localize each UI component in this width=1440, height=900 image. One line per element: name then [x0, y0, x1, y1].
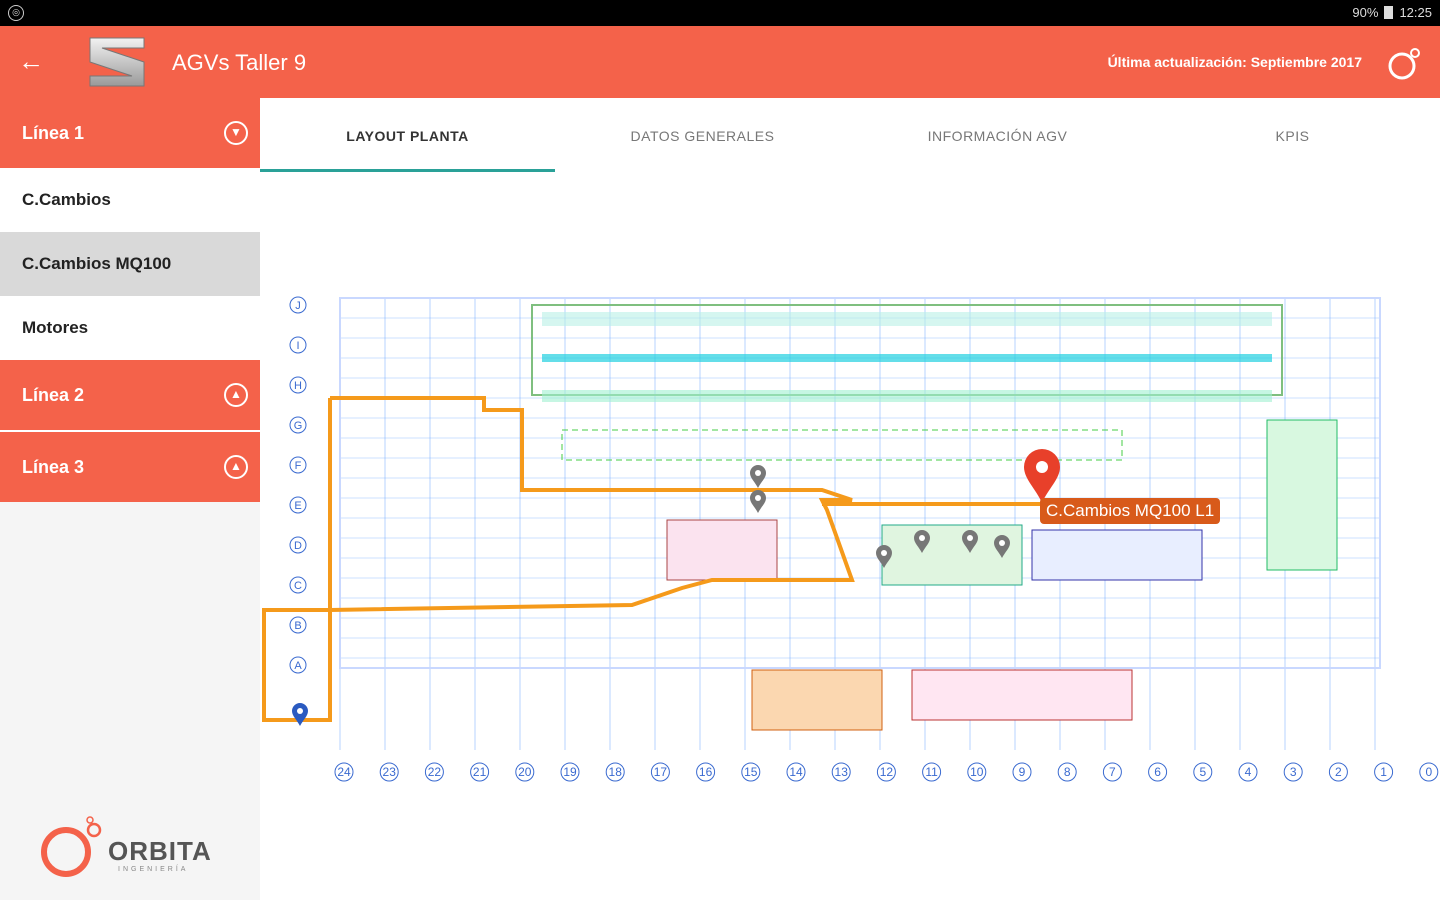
- agv-pin-icon: [292, 703, 308, 726]
- machine-block: [1266, 419, 1338, 571]
- tab-kpis[interactable]: KPIS: [1145, 98, 1440, 172]
- column-number: 9: [1019, 765, 1026, 779]
- back-arrow-icon[interactable]: ←: [18, 46, 48, 76]
- row-letter: C: [294, 580, 302, 592]
- column-number: 18: [609, 765, 623, 779]
- orbita-logo-icon: [41, 816, 102, 877]
- selected-pin: [1024, 449, 1060, 503]
- row-letter: F: [295, 460, 302, 472]
- conveyor-zone: [542, 390, 1272, 402]
- brand-name: ORBITA: [108, 836, 212, 866]
- column-number: 16: [699, 765, 713, 779]
- row-letters: J I H G F E D C B A: [289, 296, 307, 674]
- row-letter: B: [294, 620, 301, 632]
- column-number: 14: [789, 765, 803, 779]
- machine-block: [911, 669, 1133, 721]
- brand-subtitle: INGENIERÍA: [118, 866, 189, 873]
- column-number: 15: [744, 765, 758, 779]
- sidebar-line-1[interactable]: Línea 1 ▼: [0, 98, 260, 168]
- column-number: 10: [970, 765, 984, 779]
- column-number: 13: [835, 765, 849, 779]
- machine-block: [1031, 529, 1203, 581]
- agv-pin-icon: [750, 490, 766, 513]
- row-letter: A: [294, 660, 302, 672]
- sidebar-item-label: Motores: [22, 318, 89, 337]
- sidebar-item-c-cambios-mq100[interactable]: C.Cambios MQ100: [0, 232, 260, 296]
- sidebar-line-2[interactable]: Línea 2 ▲: [0, 360, 260, 430]
- column-number: 8: [1064, 765, 1071, 779]
- column-number: 4: [1245, 765, 1252, 779]
- sidebar-item-label: C.Cambios MQ100: [22, 254, 172, 273]
- column-number: 17: [654, 765, 668, 779]
- column-number: 20: [518, 765, 532, 779]
- line-2-label: Línea 2: [22, 384, 85, 405]
- orbita-icon[interactable]: [1386, 46, 1422, 82]
- column-numbers: 24 23 22 21 20 19 18 17 16 15 14 13 12 11 10 9 8 7 6 5 4 3 2 1 0: [334, 762, 1439, 782]
- selected-pin-label[interactable]: C.Cambios MQ100 L1: [1040, 498, 1221, 524]
- chevron-down-icon[interactable]: ▼: [224, 121, 248, 145]
- row-letter: E: [294, 500, 301, 512]
- sidebar: Línea 1 ▼ C.Cambios C.Cambios MQ100 Moto…: [0, 98, 260, 900]
- sidebar-item-c-cambios[interactable]: C.Cambios: [0, 168, 260, 232]
- column-number: 2: [1335, 765, 1342, 779]
- column-number: 23: [383, 765, 397, 779]
- battery-text: 90%: [1352, 5, 1379, 20]
- column-number: 24: [337, 765, 351, 779]
- tab-bar: LAYOUT PLANTA DATOS GENERALES INFORMACIÓ…: [260, 98, 1440, 172]
- column-number: 12: [880, 765, 894, 779]
- agv-pin-icon: [750, 465, 766, 488]
- plant-layout-map[interactable]: 24 23 22 21 20 19 18 17 16 15 14 13 12 11 10 9 8 7 6 5 4 3 2 1 0…: [262, 250, 1440, 820]
- line-1-label: Línea 1: [22, 122, 85, 143]
- sidebar-item-label: C.Cambios: [22, 190, 111, 209]
- column-number: 21: [473, 765, 487, 779]
- column-number: 7: [1109, 765, 1116, 779]
- row-letter: I: [296, 340, 299, 352]
- conveyor-zone: [542, 312, 1272, 326]
- app-title: AGVs Taller 9: [172, 50, 307, 75]
- storage-block: [751, 669, 883, 731]
- tab-informacion-agv[interactable]: INFORMACIÓN AGV: [850, 98, 1145, 172]
- column-number: 22: [428, 765, 442, 779]
- sidebar-item-motores[interactable]: Motores: [0, 296, 260, 360]
- seat-logo: [89, 37, 145, 87]
- column-number: 11: [925, 765, 938, 779]
- column-number: 0: [1425, 765, 1432, 779]
- orbita-brand: ORBITA INGENIERÍA: [38, 814, 238, 886]
- tab-datos-generales[interactable]: DATOS GENERALES: [555, 98, 850, 172]
- row-letter: D: [294, 540, 302, 552]
- conveyor-zone: [542, 354, 1272, 362]
- column-number: 5: [1199, 765, 1206, 779]
- building-outline: [339, 297, 1381, 669]
- column-number: 6: [1154, 765, 1161, 779]
- app-bar: ← AGVs Taller 9 Última actualización: Se…: [0, 26, 1440, 98]
- row-letter: J: [295, 300, 301, 312]
- column-number: 1: [1380, 765, 1387, 779]
- line-3-label: Línea 3: [22, 456, 85, 477]
- chevron-up-icon[interactable]: ▲: [224, 455, 248, 479]
- last-update-text: Última actualización: Septiembre 2017: [1107, 54, 1362, 70]
- machine-block: [666, 519, 778, 581]
- column-number: 3: [1290, 765, 1297, 779]
- tab-layout-planta[interactable]: LAYOUT PLANTA: [260, 98, 555, 172]
- row-letter: G: [294, 420, 303, 432]
- sidebar-line-3[interactable]: Línea 3 ▲: [0, 432, 260, 502]
- row-letter: H: [294, 380, 302, 392]
- chevron-up-icon[interactable]: ▲: [224, 383, 248, 407]
- clock-text: 12:25: [1399, 5, 1432, 20]
- battery-icon: [1384, 6, 1394, 19]
- column-number: 19: [563, 765, 577, 779]
- status-bar: ◎ 90% 12:25: [0, 0, 1440, 26]
- notification-icon: ◎: [8, 5, 24, 21]
